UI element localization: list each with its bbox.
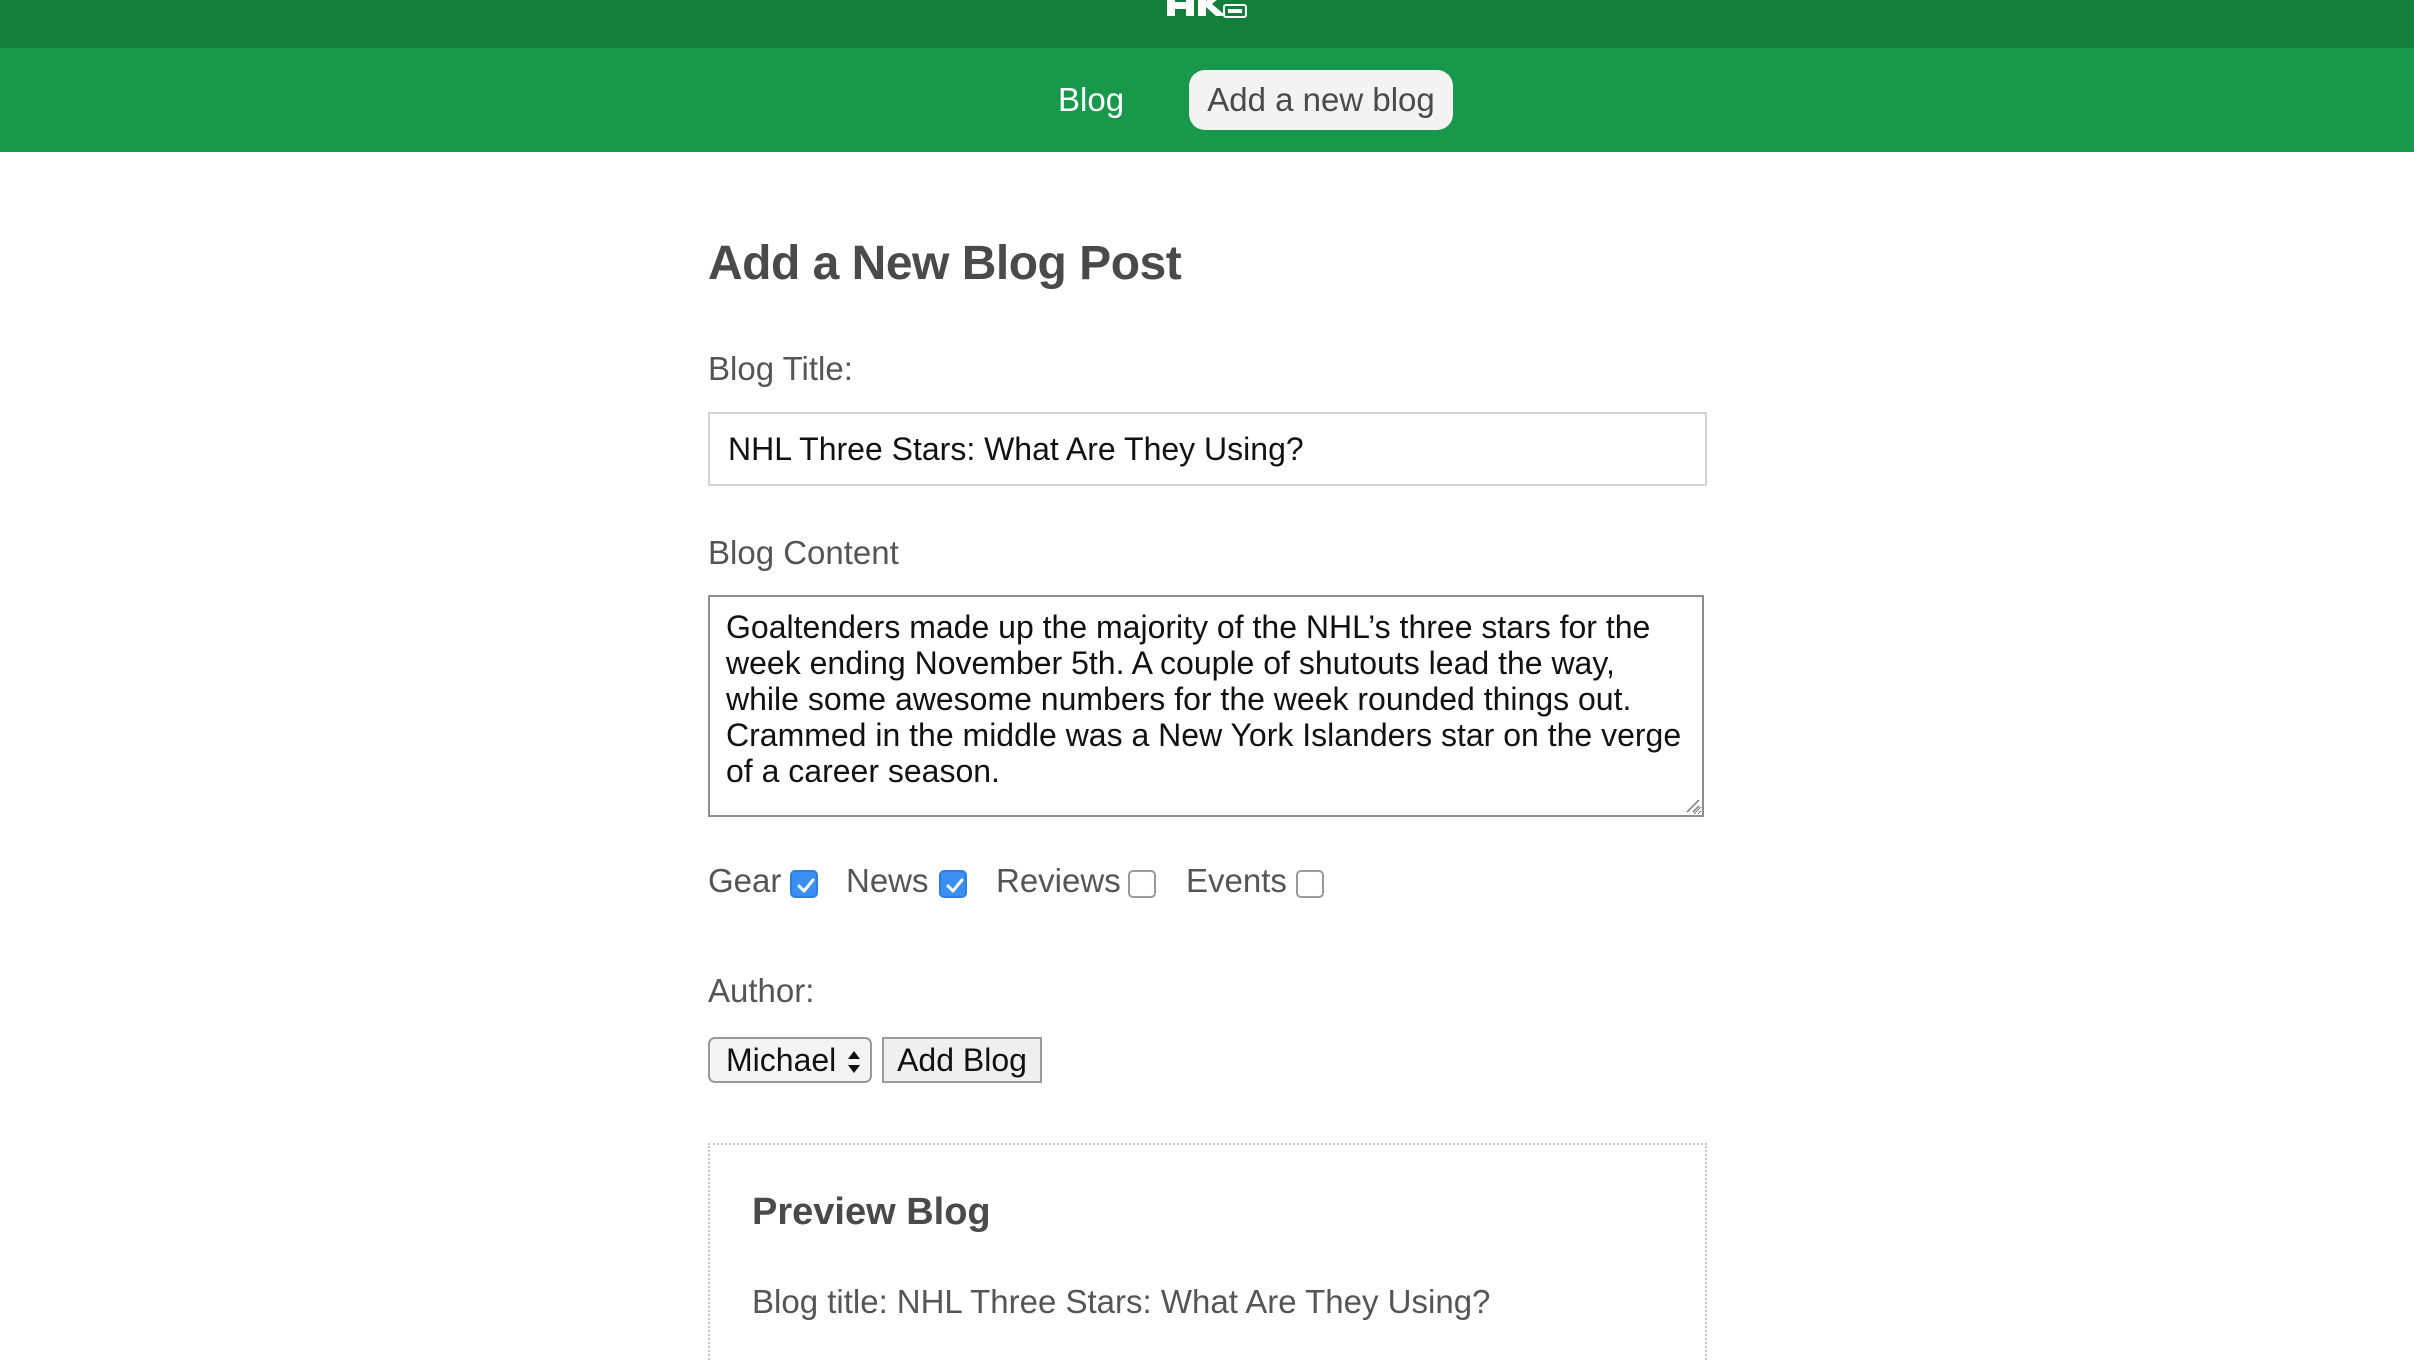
category-checkbox-events[interactable] bbox=[1296, 870, 1324, 898]
checkmark-icon bbox=[946, 878, 964, 893]
category-checkbox-reviews[interactable] bbox=[1128, 870, 1156, 898]
preview-panel: Preview Blog Blog title: NHL Three Stars:… bbox=[708, 1143, 1707, 1360]
site-logo-icon[interactable] bbox=[1162, 0, 1248, 22]
preview-title-line: Blog title: NHL Three Stars: What Are The… bbox=[752, 1283, 1490, 1321]
resize-handle-icon[interactable] bbox=[1684, 797, 1700, 813]
page: Blog Add a new blog Add a New Blog Post … bbox=[0, 0, 2414, 1360]
checkmark-icon bbox=[797, 878, 815, 893]
blog-title-label: Blog Title: bbox=[708, 350, 853, 387]
category-label-news: News bbox=[846, 862, 929, 899]
add-blog-button[interactable]: Add Blog bbox=[882, 1037, 1042, 1083]
category-label-reviews: Reviews bbox=[996, 862, 1121, 899]
top-header-bar bbox=[0, 0, 2414, 48]
preview-heading: Preview Blog bbox=[752, 1191, 991, 1233]
select-arrows-icon bbox=[848, 1051, 860, 1073]
page-title: Add a New Blog Post bbox=[708, 237, 1182, 290]
category-checkbox-news[interactable] bbox=[939, 870, 967, 898]
nav-link-add-new-blog[interactable]: Add a new blog bbox=[1189, 70, 1453, 130]
author-select[interactable]: Michael bbox=[708, 1037, 872, 1083]
category-label-events: Events bbox=[1186, 862, 1287, 899]
blog-title-input[interactable] bbox=[708, 412, 1707, 486]
author-label: Author: bbox=[708, 972, 815, 1009]
preview-title-prefix: Blog title: bbox=[752, 1283, 888, 1320]
category-label-gear: Gear bbox=[708, 862, 782, 899]
category-checkbox-gear[interactable] bbox=[790, 870, 818, 898]
author-selected-value: Michael bbox=[726, 1042, 837, 1078]
nav-link-blog[interactable]: Blog bbox=[1046, 70, 1136, 130]
blog-content-textarea[interactable]: Goaltenders made up the majority of the … bbox=[708, 595, 1704, 817]
preview-title-value: NHL Three Stars: What Are They Using? bbox=[896, 1283, 1491, 1320]
blog-content-label: Blog Content bbox=[708, 534, 899, 571]
